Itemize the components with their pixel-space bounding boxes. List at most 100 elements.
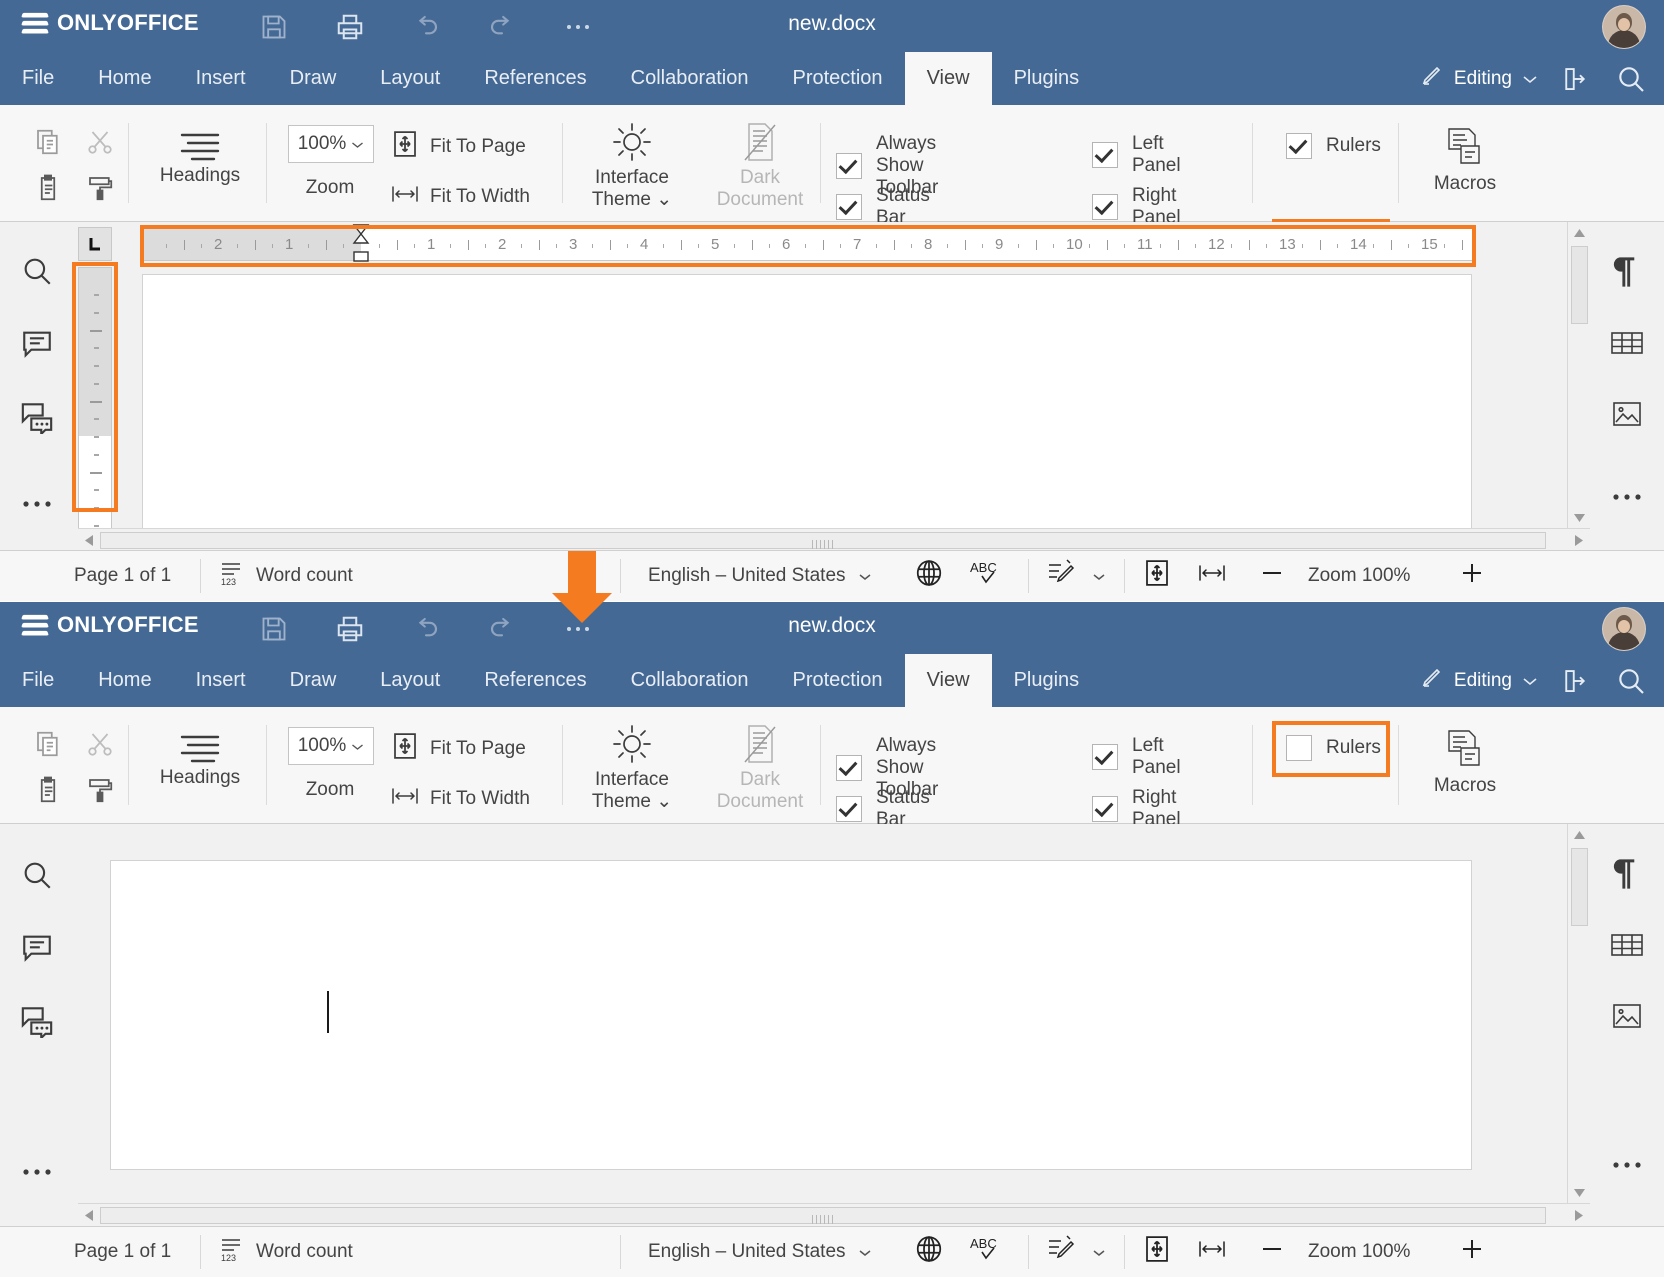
copy-icon[interactable]	[22, 719, 74, 769]
checkbox-box[interactable]	[836, 755, 862, 781]
zoom-select[interactable]: 100%	[288, 727, 374, 765]
tab-home[interactable]: Home	[76, 654, 173, 707]
checkbox-left-panel[interactable]: Left Panel	[1092, 133, 1181, 177]
search-icon[interactable]	[1612, 662, 1650, 700]
document-page[interactable]	[142, 274, 1472, 536]
fit-width-button[interactable]	[1196, 1227, 1228, 1277]
language-selector[interactable]: English – United States	[648, 551, 872, 601]
word-count-button[interactable]: 123 Word count	[218, 551, 353, 601]
tab-file[interactable]: File	[0, 52, 76, 105]
interface-theme-button[interactable]: Interface Theme ⌄	[572, 707, 692, 823]
fit-to-width-button[interactable]: Fit To Width	[390, 785, 530, 813]
fit-to-page-button[interactable]: Fit To Page	[390, 731, 526, 767]
search-icon[interactable]	[0, 234, 74, 307]
more-icon[interactable]	[0, 467, 74, 540]
tab-plugins[interactable]: Plugins	[992, 52, 1102, 105]
horizontal-scrollbar[interactable]	[78, 1203, 1590, 1226]
scroll-left-button[interactable]	[78, 1204, 100, 1226]
tab-references[interactable]: References	[462, 52, 608, 105]
open-file-location-icon[interactable]	[1556, 662, 1594, 700]
checkbox-box[interactable]	[1092, 142, 1118, 168]
spellcheck-button[interactable]: ABC	[970, 1227, 1008, 1277]
comment-icon[interactable]	[0, 911, 74, 984]
checkbox-box[interactable]	[836, 796, 862, 822]
word-count-button[interactable]: 123 Word count	[218, 1227, 353, 1277]
more-icon[interactable]	[1590, 461, 1664, 532]
zoom-out-button[interactable]	[1258, 1227, 1286, 1277]
vertical-scroll-thumb[interactable]	[1571, 246, 1588, 324]
search-icon[interactable]	[1612, 60, 1650, 98]
tab-insert[interactable]: Insert	[174, 654, 268, 707]
track-changes-button[interactable]	[1046, 1227, 1106, 1277]
vertical-scroll-thumb[interactable]	[1571, 848, 1588, 926]
tab-protection[interactable]: Protection	[771, 52, 905, 105]
cut-icon[interactable]	[74, 719, 126, 769]
checkbox-box[interactable]	[836, 153, 862, 179]
tab-insert[interactable]: Insert	[174, 52, 268, 105]
set-language-button[interactable]	[914, 551, 944, 601]
fit-page-button[interactable]	[1142, 551, 1172, 601]
vertical-scrollbar[interactable]	[1567, 222, 1590, 529]
avatar[interactable]	[1602, 607, 1646, 651]
horizontal-scrollbar[interactable]	[78, 528, 1590, 551]
chat-icon[interactable]	[0, 380, 74, 453]
tab-view[interactable]: View	[904, 52, 992, 105]
tab-collaboration[interactable]: Collaboration	[609, 654, 771, 707]
zoom-percent[interactable]: Zoom 100%	[1308, 1227, 1410, 1277]
zoom-percent[interactable]: Zoom 100%	[1308, 551, 1410, 601]
tab-layout[interactable]: Layout	[358, 52, 462, 105]
paste-icon[interactable]	[22, 765, 74, 815]
tab-collaboration[interactable]: Collaboration	[609, 52, 771, 105]
format-painter-icon[interactable]	[74, 765, 126, 815]
vertical-scrollbar[interactable]	[1567, 824, 1590, 1204]
scroll-right-button[interactable]	[1568, 529, 1590, 551]
track-changes-button[interactable]	[1046, 551, 1106, 601]
image-settings-icon[interactable]	[1590, 980, 1664, 1051]
image-settings-icon[interactable]	[1590, 378, 1664, 449]
paragraph-settings-icon[interactable]	[1590, 236, 1664, 307]
tab-file[interactable]: File	[0, 654, 76, 707]
comment-icon[interactable]	[0, 307, 74, 380]
macros-button[interactable]: Macros	[1410, 105, 1520, 195]
scroll-down-button[interactable]	[1568, 507, 1590, 529]
scroll-up-button[interactable]	[1568, 222, 1590, 244]
tab-draw[interactable]: Draw	[268, 52, 359, 105]
fit-to-page-button[interactable]: Fit To Page	[390, 129, 526, 165]
fit-width-button[interactable]	[1196, 551, 1228, 601]
search-icon[interactable]	[0, 838, 74, 911]
headings-button[interactable]: Headings	[140, 105, 260, 221]
scroll-up-button[interactable]	[1568, 824, 1590, 846]
copy-icon[interactable]	[22, 117, 74, 167]
avatar[interactable]	[1602, 5, 1646, 49]
editing-mode-button[interactable]: Editing	[1420, 666, 1538, 696]
headings-button[interactable]: Headings	[140, 707, 260, 823]
horizontal-scroll-thumb[interactable]	[100, 532, 1546, 549]
table-settings-icon[interactable]	[1590, 909, 1664, 980]
set-language-button[interactable]	[914, 1227, 944, 1277]
tab-plugins[interactable]: Plugins	[992, 654, 1102, 707]
spellcheck-button[interactable]: ABC	[970, 551, 1008, 601]
checkbox-box[interactable]	[1092, 796, 1118, 822]
checkbox-box[interactable]	[1286, 133, 1312, 159]
checkbox-rulers[interactable]: Rulers	[1286, 133, 1381, 159]
fit-page-button[interactable]	[1142, 1227, 1172, 1277]
language-selector[interactable]: English – United States	[648, 1227, 872, 1277]
checkbox-box[interactable]	[1092, 194, 1118, 220]
format-painter-icon[interactable]	[74, 163, 126, 213]
scroll-right-button[interactable]	[1568, 1204, 1590, 1226]
paragraph-settings-icon[interactable]	[1590, 838, 1664, 909]
chat-icon[interactable]	[0, 984, 74, 1057]
fit-to-width-button[interactable]: Fit To Width	[390, 183, 530, 211]
tab-layout[interactable]: Layout	[358, 654, 462, 707]
checkbox-box[interactable]	[836, 194, 862, 220]
scroll-left-button[interactable]	[78, 529, 100, 551]
zoom-select[interactable]: 100%	[288, 125, 374, 163]
tab-protection[interactable]: Protection	[771, 654, 905, 707]
zoom-in-button[interactable]	[1458, 551, 1486, 601]
paste-icon[interactable]	[22, 163, 74, 213]
checkbox-left-panel[interactable]: Left Panel	[1092, 735, 1181, 779]
tab-draw[interactable]: Draw	[268, 654, 359, 707]
page-indicator[interactable]: Page 1 of 1	[74, 1227, 171, 1277]
macros-button[interactable]: Macros	[1410, 707, 1520, 797]
table-settings-icon[interactable]	[1590, 307, 1664, 378]
